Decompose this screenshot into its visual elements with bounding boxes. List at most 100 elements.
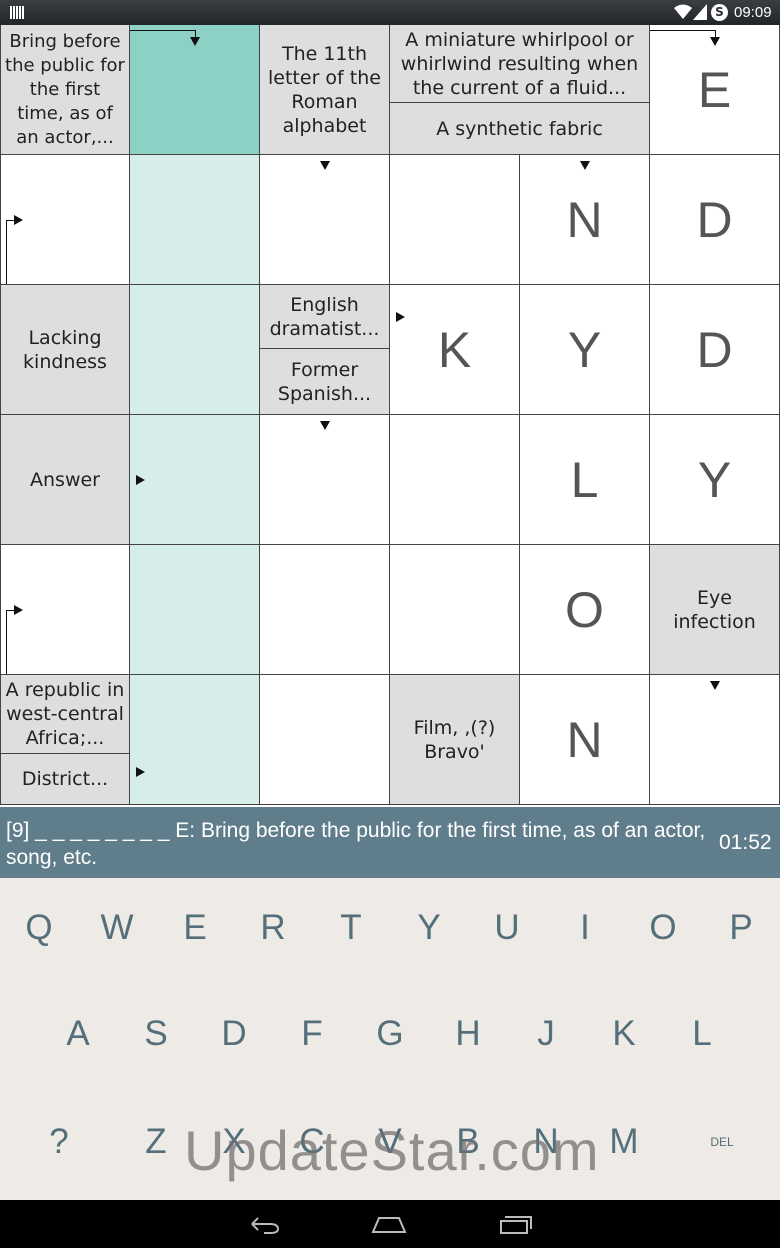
clue-cell-lacking[interactable]: Lacking kindness [0, 285, 130, 415]
home-icon[interactable] [371, 1212, 407, 1236]
arrow-right-icon [136, 767, 145, 777]
cell-letter: Y [567, 321, 602, 378]
key-y[interactable]: Y [390, 878, 468, 978]
clue-text: Bring before the public for the first ti… [1, 25, 129, 154]
grid-cell[interactable]: D [650, 285, 780, 415]
key-g[interactable]: G [351, 984, 429, 1084]
cell-letter: L [570, 451, 599, 508]
grid-cell[interactable] [390, 155, 520, 285]
grid-cell[interactable]: O [520, 545, 650, 675]
key-l[interactable]: L [663, 984, 741, 1084]
grid-cell-highlighted[interactable] [130, 155, 260, 285]
key-w[interactable]: W [78, 878, 156, 978]
grid-cell[interactable]: N [520, 155, 650, 285]
arrow-down-icon [320, 161, 330, 170]
grid-cell-highlighted[interactable] [130, 545, 260, 675]
key-q[interactable]: Q [0, 878, 78, 978]
arrow-hook [6, 610, 7, 674]
grid-cell[interactable] [650, 675, 780, 805]
key-t[interactable]: T [312, 878, 390, 978]
key-u[interactable]: U [468, 878, 546, 978]
arrow-right-icon [14, 215, 23, 225]
clue-text: The 11th letter of the Roman alphabet [260, 25, 389, 154]
clue-cell-eleventh-letter[interactable]: The 11th letter of the Roman alphabet [260, 25, 390, 155]
arrow-hook [6, 610, 14, 611]
clue-cell-film[interactable]: Film, ,(?) Bravo' [390, 675, 520, 805]
status-clock: 09:09 [734, 4, 772, 21]
arrow-right-icon [14, 605, 23, 615]
arrow-down-icon [320, 421, 330, 430]
arrow-down-icon [710, 681, 720, 690]
grid-cell[interactable] [260, 155, 390, 285]
key-i[interactable]: I [546, 878, 624, 978]
recent-apps-icon[interactable] [497, 1212, 533, 1236]
clue-cell-eye[interactable]: Eye infection [650, 545, 780, 675]
watermark: UpdateStar.com [184, 1119, 600, 1182]
arrow-hook [650, 30, 715, 31]
grid-cell[interactable]: L [520, 415, 650, 545]
crossword-grid: Bring before the public for the first ti… [0, 25, 780, 807]
grid-cell-highlighted[interactable] [130, 415, 260, 545]
timer: 01:52 [719, 831, 772, 854]
key-k[interactable]: K [585, 984, 663, 1084]
cell-letter: N [566, 711, 603, 768]
key-e[interactable]: E [156, 878, 234, 978]
clue-text-english[interactable]: English dramatist... [260, 285, 389, 349]
key-d[interactable]: D [195, 984, 273, 1084]
clue-text-district[interactable]: District... [1, 754, 129, 804]
clue-text: Eye infection [650, 545, 779, 674]
grid-cell[interactable]: D [650, 155, 780, 285]
grid-cell[interactable]: Y [520, 285, 650, 415]
key-f[interactable]: F [273, 984, 351, 1084]
clue-text: Answer [1, 415, 129, 544]
grid-cell[interactable]: Y [650, 415, 780, 545]
clue-text: Lacking kindness [1, 285, 129, 414]
grid-cell[interactable] [260, 545, 390, 675]
key-h[interactable]: H [429, 984, 507, 1084]
clue-text-synthetic[interactable]: A synthetic fabric [390, 103, 649, 154]
wifi-icon [674, 4, 692, 19]
arrow-down-icon [190, 37, 200, 46]
notification-icon [10, 6, 24, 19]
cell-letter: D [696, 191, 733, 248]
grid-cell[interactable] [390, 415, 520, 545]
arrow-hook [6, 220, 14, 221]
arrow-right-icon [396, 312, 405, 322]
clue-cell-english[interactable]: English dramatist... Former Spanish... [260, 285, 390, 415]
key-j[interactable]: J [507, 984, 585, 1084]
arrow-hook [6, 220, 7, 284]
cell-letter: Y [697, 451, 732, 508]
clue-cell-bring-before[interactable]: Bring before the public for the first ti… [0, 25, 130, 155]
back-icon[interactable] [246, 1212, 282, 1236]
clue-text-former[interactable]: Former Spanish... [260, 349, 389, 414]
arrow-down-icon [580, 161, 590, 170]
key-hint[interactable]: ? [20, 1092, 98, 1192]
clue-cell-whirlpool[interactable]: A miniature whirlpool or whirlwind resul… [390, 25, 650, 155]
cell-letter: D [696, 321, 733, 378]
navigation-bar [0, 1200, 780, 1248]
arrow-right-icon [136, 475, 145, 485]
key-s[interactable]: S [117, 984, 195, 1084]
grid-cell-highlighted[interactable] [130, 675, 260, 805]
grid-cell[interactable] [260, 415, 390, 545]
arrow-hook [130, 30, 195, 31]
signal-icon [693, 4, 707, 20]
clue-text: Film, ,(?) Bravo' [390, 675, 519, 804]
key-o[interactable]: O [624, 878, 702, 978]
clue-text-republic[interactable]: A republic in west-central Africa;... [1, 675, 129, 754]
cell-letter: N [566, 191, 603, 248]
grid-cell-highlighted[interactable] [130, 285, 260, 415]
grid-cell[interactable] [260, 675, 390, 805]
clue-cell-republic[interactable]: A republic in west-central Africa;... Di… [0, 675, 130, 805]
grid-cell[interactable] [390, 545, 520, 675]
current-clue-text: [9] _ _ _ _ _ _ _ _ E: Bring before the … [6, 819, 706, 869]
key-a[interactable]: A [39, 984, 117, 1084]
key-p[interactable]: P [702, 878, 780, 978]
key-r[interactable]: R [234, 878, 312, 978]
clue-cell-answer[interactable]: Answer [0, 415, 130, 545]
key-delete[interactable]: DEL [683, 1092, 761, 1192]
grid-cell[interactable]: K [390, 285, 520, 415]
grid-cell[interactable]: N [520, 675, 650, 805]
clue-text-whirlpool[interactable]: A miniature whirlpool or whirlwind resul… [390, 25, 649, 103]
cell-letter: O [565, 581, 604, 638]
